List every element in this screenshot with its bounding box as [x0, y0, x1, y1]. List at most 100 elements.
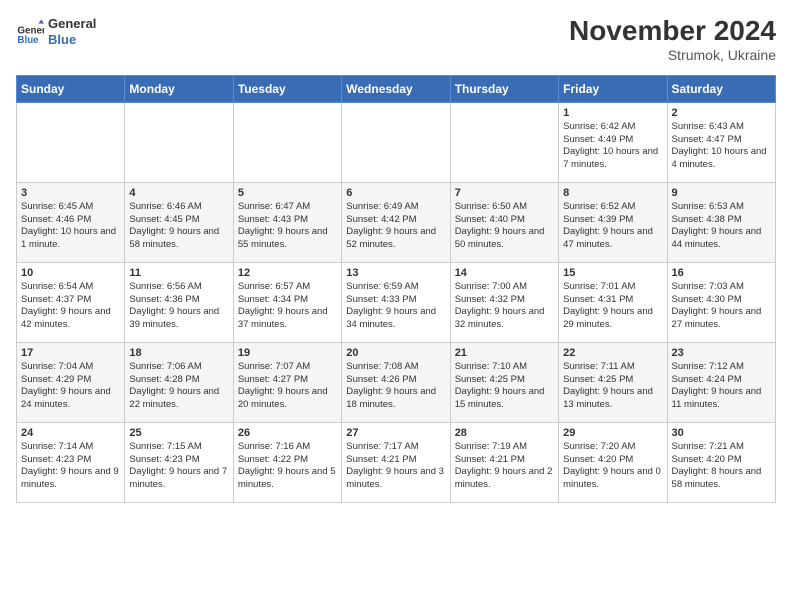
- day-info: Sunrise: 6:53 AM Sunset: 4:38 PM Dayligh…: [672, 201, 771, 252]
- calendar-cell: 4 Sunrise: 6:46 AM Sunset: 4:45 PM Daylig…: [125, 182, 233, 262]
- day-number: 16: [672, 267, 771, 279]
- day-info: Sunrise: 6:52 AM Sunset: 4:39 PM Dayligh…: [563, 201, 662, 252]
- day-info: Sunrise: 7:07 AM Sunset: 4:27 PM Dayligh…: [238, 361, 337, 412]
- logo-blue: Blue: [48, 32, 96, 48]
- calendar-cell: 7 Sunrise: 6:50 AM Sunset: 4:40 PM Daylig…: [450, 182, 558, 262]
- calendar-cell: 19 Sunrise: 7:07 AM Sunset: 4:27 PM Dayli…: [233, 342, 341, 422]
- day-info: Sunrise: 6:59 AM Sunset: 4:33 PM Dayligh…: [346, 281, 445, 332]
- calendar-cell: 20Sunrise: 7:08 AM Sunset: 4:26 PM Dayli…: [342, 342, 450, 422]
- calendar-cell: 11Sunrise: 6:56 AM Sunset: 4:36 PM Dayli…: [125, 262, 233, 342]
- logo: General Blue General Blue: [16, 16, 96, 47]
- week-row-1: 1 Sunrise: 6:42 AM Sunset: 4:49 PM Daylig…: [17, 102, 776, 182]
- week-row-4: 17 Sunrise: 7:04 AM Sunset: 4:29 PM Dayli…: [17, 342, 776, 422]
- day-number: 1: [563, 107, 662, 119]
- calendar-cell: 24Sunrise: 7:14 AM Sunset: 4:23 PM Dayli…: [17, 422, 125, 502]
- calendar-cell: 28 Sunrise: 7:19 AM Sunset: 4:21 PM Dayli…: [450, 422, 558, 502]
- day-info: Sunrise: 7:12 AM Sunset: 4:24 PM Dayligh…: [672, 361, 771, 412]
- day-info: Sunrise: 7:04 AM Sunset: 4:29 PM Dayligh…: [21, 361, 120, 412]
- day-number: 20: [346, 347, 445, 359]
- day-number: 30: [672, 427, 771, 439]
- page-subtitle: Strumok, Ukraine: [569, 47, 776, 63]
- calendar-cell: 23 Sunrise: 7:12 AM Sunset: 4:24 PM Dayli…: [667, 342, 775, 422]
- day-header-thursday: Thursday: [450, 75, 558, 102]
- calendar-cell: [450, 102, 558, 182]
- day-info: Sunrise: 6:46 AM Sunset: 4:45 PM Dayligh…: [129, 201, 228, 252]
- calendar-cell: 5Sunrise: 6:47 AM Sunset: 4:43 PM Daylig…: [233, 182, 341, 262]
- calendar-cell: 30Sunrise: 7:21 AM Sunset: 4:20 PM Dayli…: [667, 422, 775, 502]
- calendar-cell: 8 Sunrise: 6:52 AM Sunset: 4:39 PM Daylig…: [559, 182, 667, 262]
- calendar-cell: [125, 102, 233, 182]
- calendar-cell: 9 Sunrise: 6:53 AM Sunset: 4:38 PM Daylig…: [667, 182, 775, 262]
- day-info: Sunrise: 6:47 AM Sunset: 4:43 PM Dayligh…: [238, 201, 337, 252]
- day-number: 13: [346, 267, 445, 279]
- day-info: Sunrise: 7:11 AM Sunset: 4:25 PM Dayligh…: [563, 361, 662, 412]
- day-info: Sunrise: 7:03 AM Sunset: 4:30 PM Dayligh…: [672, 281, 771, 332]
- day-number: 12: [238, 267, 337, 279]
- calendar-cell: [17, 102, 125, 182]
- day-number: 17: [21, 347, 120, 359]
- day-number: 15: [563, 267, 662, 279]
- calendar-cell: 18 Sunrise: 7:06 AM Sunset: 4:28 PM Dayli…: [125, 342, 233, 422]
- day-number: 27: [346, 427, 445, 439]
- day-number: 14: [455, 267, 554, 279]
- day-header-sunday: Sunday: [17, 75, 125, 102]
- svg-text:Blue: Blue: [17, 35, 39, 46]
- day-number: 9: [672, 187, 771, 199]
- day-number: 11: [129, 267, 228, 279]
- day-header-monday: Monday: [125, 75, 233, 102]
- day-number: 18: [129, 347, 228, 359]
- calendar-cell: 27 Sunrise: 7:17 AM Sunset: 4:21 PM Dayli…: [342, 422, 450, 502]
- day-info: Sunrise: 6:50 AM Sunset: 4:40 PM Dayligh…: [455, 201, 554, 252]
- page-title: November 2024: [569, 16, 776, 47]
- day-number: 22: [563, 347, 662, 359]
- day-info: Sunrise: 7:15 AM Sunset: 4:23 PM Dayligh…: [129, 441, 228, 492]
- day-number: 3: [21, 187, 120, 199]
- calendar-cell: 21 Sunrise: 7:10 AM Sunset: 4:25 PM Dayli…: [450, 342, 558, 422]
- day-number: 4: [129, 187, 228, 199]
- day-info: Sunrise: 6:57 AM Sunset: 4:34 PM Dayligh…: [238, 281, 337, 332]
- day-info: Sunrise: 7:16 AM Sunset: 4:22 PM Dayligh…: [238, 441, 337, 492]
- calendar-cell: 16 Sunrise: 7:03 AM Sunset: 4:30 PM Dayli…: [667, 262, 775, 342]
- logo-general: General: [48, 16, 96, 32]
- day-number: 28: [455, 427, 554, 439]
- day-info: Sunrise: 6:42 AM Sunset: 4:49 PM Dayligh…: [563, 121, 662, 172]
- day-header-friday: Friday: [559, 75, 667, 102]
- calendar-cell: 2 Sunrise: 6:43 AM Sunset: 4:47 PM Daylig…: [667, 102, 775, 182]
- week-row-5: 24Sunrise: 7:14 AM Sunset: 4:23 PM Dayli…: [17, 422, 776, 502]
- day-info: Sunrise: 7:00 AM Sunset: 4:32 PM Dayligh…: [455, 281, 554, 332]
- calendar-cell: 17 Sunrise: 7:04 AM Sunset: 4:29 PM Dayli…: [17, 342, 125, 422]
- calendar-cell: 15Sunrise: 7:01 AM Sunset: 4:31 PM Dayli…: [559, 262, 667, 342]
- day-info: Sunrise: 7:17 AM Sunset: 4:21 PM Dayligh…: [346, 441, 445, 492]
- day-number: 26: [238, 427, 337, 439]
- day-number: 10: [21, 267, 120, 279]
- day-number: 21: [455, 347, 554, 359]
- day-info: Sunrise: 7:20 AM Sunset: 4:20 PM Dayligh…: [563, 441, 662, 492]
- day-info: Sunrise: 7:06 AM Sunset: 4:28 PM Dayligh…: [129, 361, 228, 412]
- day-number: 7: [455, 187, 554, 199]
- calendar-cell: 29Sunrise: 7:20 AM Sunset: 4:20 PM Dayli…: [559, 422, 667, 502]
- calendar-cell: 3 Sunrise: 6:45 AM Sunset: 4:46 PM Daylig…: [17, 182, 125, 262]
- logo-icon: General Blue: [16, 18, 44, 46]
- calendar-cell: 12 Sunrise: 6:57 AM Sunset: 4:34 PM Dayli…: [233, 262, 341, 342]
- day-info: Sunrise: 6:45 AM Sunset: 4:46 PM Dayligh…: [21, 201, 120, 252]
- calendar-cell: 14 Sunrise: 7:00 AM Sunset: 4:32 PM Dayli…: [450, 262, 558, 342]
- day-number: 19: [238, 347, 337, 359]
- day-info: Sunrise: 6:54 AM Sunset: 4:37 PM Dayligh…: [21, 281, 120, 332]
- day-info: Sunrise: 7:10 AM Sunset: 4:25 PM Dayligh…: [455, 361, 554, 412]
- day-number: 23: [672, 347, 771, 359]
- day-info: Sunrise: 7:14 AM Sunset: 4:23 PM Dayligh…: [21, 441, 120, 492]
- title-block: November 2024 Strumok, Ukraine: [569, 16, 776, 63]
- day-number: 2: [672, 107, 771, 119]
- day-info: Sunrise: 6:49 AM Sunset: 4:42 PM Dayligh…: [346, 201, 445, 252]
- calendar-cell: 26 Sunrise: 7:16 AM Sunset: 4:22 PM Dayli…: [233, 422, 341, 502]
- day-info: Sunrise: 6:43 AM Sunset: 4:47 PM Dayligh…: [672, 121, 771, 172]
- calendar-table: SundayMondayTuesdayWednesdayThursdayFrid…: [16, 75, 776, 503]
- day-info: Sunrise: 7:19 AM Sunset: 4:21 PM Dayligh…: [455, 441, 554, 492]
- day-number: 8: [563, 187, 662, 199]
- page-header: General Blue General Blue November 2024 …: [16, 16, 776, 63]
- calendar-cell: 22 Sunrise: 7:11 AM Sunset: 4:25 PM Dayli…: [559, 342, 667, 422]
- calendar-cell: 6Sunrise: 6:49 AM Sunset: 4:42 PM Daylig…: [342, 182, 450, 262]
- day-header-tuesday: Tuesday: [233, 75, 341, 102]
- calendar-cell: 1 Sunrise: 6:42 AM Sunset: 4:49 PM Daylig…: [559, 102, 667, 182]
- calendar-cell: [342, 102, 450, 182]
